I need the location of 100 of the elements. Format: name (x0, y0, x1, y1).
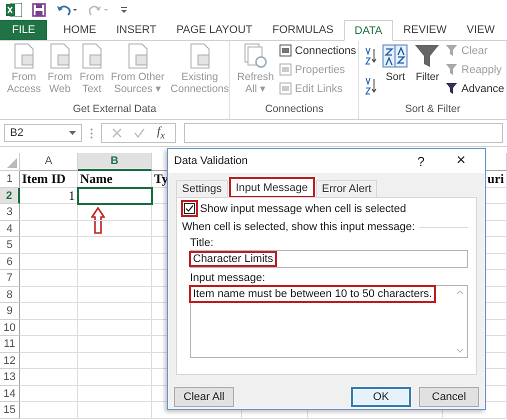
dialog-tab[interactable]: Settings (176, 180, 228, 197)
grid-cell[interactable] (20, 386, 78, 402)
row-header[interactable]: 9 (0, 303, 20, 320)
ribbon-button[interactable]: Connections (276, 41, 358, 60)
checkbox-label[interactable]: Show input message when cell is selected (200, 202, 406, 214)
scroll-up-icon[interactable] (456, 290, 464, 295)
dialog-tab[interactable]: Input Message (230, 178, 314, 197)
grid-cell[interactable] (20, 237, 78, 254)
document-icon (278, 82, 292, 95)
message-field[interactable]: Item name must be between 10 to 50 characters. (190, 285, 468, 358)
active-cell[interactable] (78, 188, 152, 204)
grid-cell[interactable] (78, 320, 152, 336)
grid-cell[interactable] (78, 204, 152, 220)
ribbon-tab[interactable]: VIEW (456, 20, 505, 40)
row-header[interactable]: 14 (0, 386, 20, 402)
checkbox[interactable] (182, 201, 197, 216)
grid-cell[interactable] (20, 336, 78, 352)
save-icon[interactable] (32, 3, 46, 17)
group-label: Sort & Filter (404, 103, 462, 117)
grid-cell[interactable] (20, 352, 78, 369)
grip-icon (90, 128, 93, 138)
cancel-icon[interactable] (112, 128, 122, 138)
title-field[interactable]: Character Limits (190, 250, 468, 268)
row-header[interactable]: 7 (0, 270, 20, 286)
row-header[interactable]: 8 (0, 286, 20, 303)
enter-icon[interactable] (134, 128, 145, 138)
scroll-down-icon[interactable] (456, 348, 464, 353)
select-all-icon[interactable] (7, 158, 17, 168)
grid-cell[interactable] (78, 270, 152, 286)
ribbon-button[interactable]: Sort (379, 41, 412, 103)
group-label: Get External Data (72, 103, 158, 117)
row-header[interactable]: 2 (0, 188, 20, 204)
row-header[interactable]: 5 (0, 237, 20, 254)
grid-cell[interactable]: Name (78, 171, 152, 188)
grid-cell[interactable] (20, 303, 78, 320)
grid-cell[interactable] (20, 254, 78, 270)
row-header[interactable]: 15 (0, 402, 20, 418)
grid-cell[interactable] (78, 303, 152, 320)
column-header[interactable]: B (78, 153, 152, 171)
field-label: Input message: (190, 272, 266, 284)
grid-cell[interactable] (20, 286, 78, 303)
dialog-button[interactable]: OK (351, 387, 411, 407)
field-label: Title: (190, 237, 214, 249)
row-header[interactable]: 4 (0, 220, 20, 237)
grid-cell[interactable] (78, 352, 152, 369)
filter-icon (414, 43, 440, 69)
ribbon-button[interactable]: Filter (411, 41, 444, 103)
row-header[interactable]: 6 (0, 254, 20, 270)
grid-cell[interactable] (78, 386, 152, 402)
grid-cell[interactable] (20, 270, 78, 286)
grid-cell[interactable]: Item ID (20, 171, 78, 188)
grid-cell[interactable] (78, 220, 152, 237)
grid-cell[interactable] (78, 369, 152, 386)
sort-icon (382, 43, 408, 69)
excel-logo-icon[interactable] (6, 3, 22, 17)
ribbon-tab[interactable]: DATA (344, 20, 394, 41)
grid-cell[interactable] (78, 286, 152, 303)
ribbon-tab[interactable]: FORMULAS (262, 20, 344, 40)
row-header[interactable]: 11 (0, 336, 20, 352)
column-header[interactable]: A (20, 153, 78, 171)
filter-icon (445, 44, 458, 57)
section-label: When cell is selected, show this input message: (182, 221, 415, 233)
grid-cell[interactable] (20, 402, 78, 418)
help-button[interactable]: ? (401, 150, 441, 172)
grid-cell[interactable] (78, 336, 152, 352)
name-box[interactable]: B2 (4, 124, 82, 142)
grid-cell[interactable] (20, 220, 78, 237)
redo-icon[interactable] (88, 4, 110, 16)
row-header[interactable]: 10 (0, 320, 20, 336)
document-icon (278, 44, 292, 57)
row-header[interactable]: 13 (0, 369, 20, 386)
insert-function-button[interactable]: f$_{x}$ (157, 124, 165, 142)
undo-icon[interactable] (56, 4, 78, 16)
dialog-tab[interactable]: Error Alert (316, 180, 378, 197)
up-arrow-icon (91, 207, 105, 234)
grid-cell[interactable] (78, 254, 152, 270)
close-button[interactable]: × (441, 150, 481, 172)
ribbon-tab[interactable]: PAGE LAYOUT (166, 20, 262, 40)
filter-icon (445, 82, 458, 95)
dialog-button[interactable]: Cancel (419, 387, 479, 407)
ribbon-tab[interactable]: REVIEW (393, 20, 457, 40)
row-header[interactable]: 12 (0, 352, 20, 369)
ribbon-tab[interactable]: INSERT (106, 20, 166, 40)
grid-cell[interactable] (20, 320, 78, 336)
file-tab[interactable]: FILE (0, 20, 48, 40)
dialog-title: Data Validation (174, 155, 248, 167)
grid-cell[interactable] (78, 237, 152, 254)
document-icon (278, 63, 292, 76)
filter-icon (445, 63, 458, 76)
ribbon-button[interactable]: Advance (443, 79, 506, 98)
dialog-button[interactable]: Clear All (174, 387, 234, 407)
grid-cell[interactable] (20, 204, 78, 220)
ribbon-tab[interactable]: HOME (53, 20, 106, 40)
customize-icon[interactable] (120, 5, 128, 15)
grid-cell[interactable] (78, 402, 152, 418)
group-label: Connections (264, 103, 324, 117)
grid-cell[interactable]: 1 (20, 188, 78, 204)
formula-input[interactable] (184, 123, 503, 143)
row-header[interactable]: 3 (0, 204, 20, 220)
grid-cell[interactable] (20, 369, 78, 386)
